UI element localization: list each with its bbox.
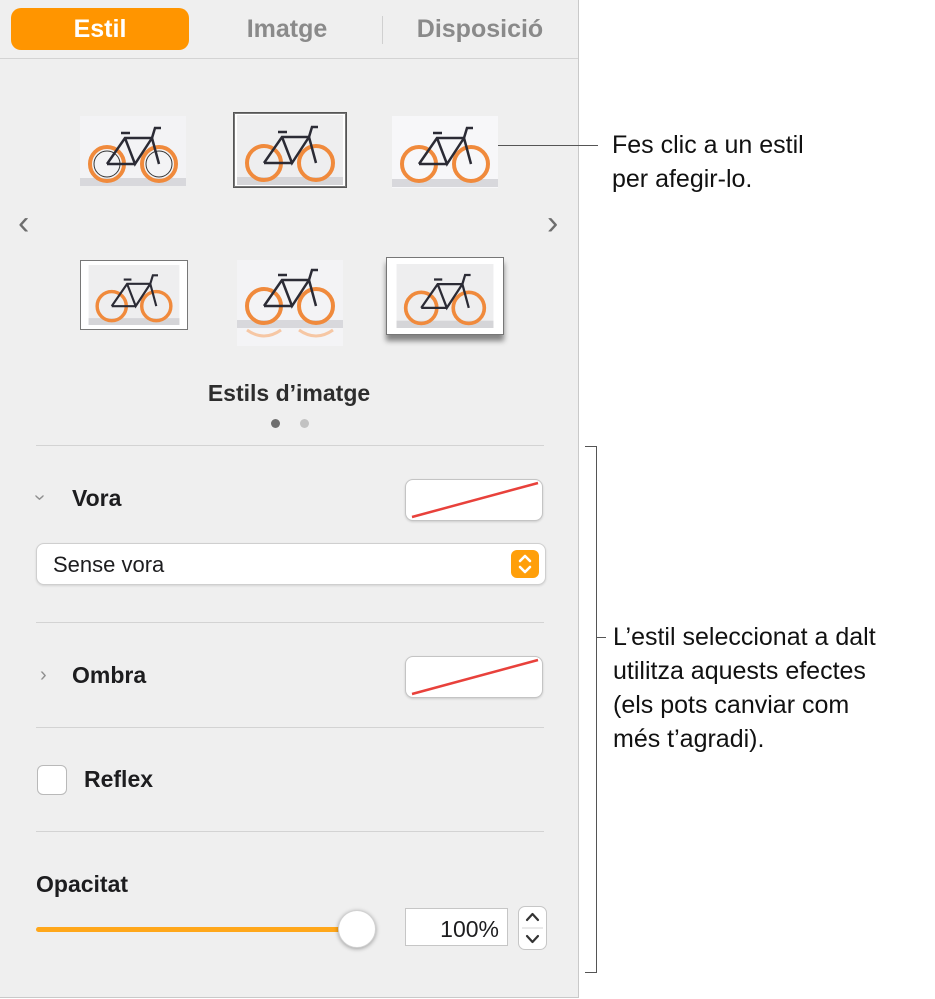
bicycle-photo-icon [237,115,343,185]
style-thumbnail-curved-shadow[interactable] [386,257,504,335]
section-divider [36,445,544,446]
no-color-icon [411,658,539,696]
bicycle-photo-icon [392,116,498,188]
bicycle-photo-icon [237,260,343,346]
tab-style[interactable]: Estil [11,8,189,50]
opacity-slider-track[interactable] [36,927,356,932]
section-divider [36,831,544,832]
callout-effects-text: L’estil seleccionat a dalt utilitza aque… [613,623,876,753]
style-thumbnail-plain[interactable] [80,116,186,186]
border-color-swatch[interactable] [405,479,543,521]
no-color-icon [411,481,539,519]
callout-line-styles [498,145,598,146]
opacity-value-field[interactable]: 100% [405,908,508,946]
page-indicator-dot-1[interactable] [271,419,280,428]
reflection-label: Reflex [84,766,154,792]
tab-arrange[interactable]: Disposició [392,8,568,50]
opacity-slider-knob[interactable] [338,910,376,948]
tab-bar-divider [0,58,578,59]
popup-arrows-icon [511,550,539,578]
tab-separator [382,16,383,44]
bicycle-photo-icon [88,265,180,325]
shadow-color-swatch[interactable] [405,656,543,698]
shadow-label: Ombra [72,662,147,688]
style-thumbnail-soft-edge[interactable] [392,116,498,188]
style-thumbnail-framed[interactable] [80,260,188,330]
page-indicator-dot-2[interactable] [300,419,309,428]
callout-bracket-bottom [585,972,597,973]
style-thumbnail-thin-border[interactable] [233,112,347,188]
section-divider [36,622,544,623]
callout-effects: L’estil seleccionat a dalt utilitza aque… [613,620,876,756]
bicycle-photo-icon [396,264,494,328]
chevron-right-small-icon[interactable]: › [40,664,47,687]
callout-bracket-tick [597,637,606,638]
chevron-left-icon[interactable]: ‹ [18,206,29,240]
border-label: Vora [72,485,122,511]
image-styles-caption: Estils d’imatge [207,380,371,406]
border-style-popup[interactable]: Sense vora [36,543,546,585]
callout-bracket [596,446,597,973]
opacity-stepper[interactable] [518,906,547,950]
section-divider [36,727,544,728]
tab-image[interactable]: Imatge [200,8,374,50]
callout-styles-text: Fes clic a un estil per afegir-lo. [612,131,804,193]
border-style-value: Sense vora [53,552,165,577]
bicycle-photo-icon [80,116,186,186]
reflection-checkbox[interactable] [37,765,67,795]
chevron-right-icon[interactable]: › [547,206,558,240]
opacity-label: Opacitat [36,871,129,897]
style-thumbnail-reflection[interactable] [237,260,343,346]
callout-bracket-top [585,446,597,447]
tab-bar: Estil Imatge Disposició [0,0,578,59]
stepper-arrows-icon [522,912,543,944]
chevron-down-icon[interactable]: › [28,494,51,501]
callout-styles: Fes clic a un estil per afegir-lo. [612,128,804,196]
format-sidebar: Estil Imatge Disposició ‹ › Estils d’ima… [0,0,579,998]
